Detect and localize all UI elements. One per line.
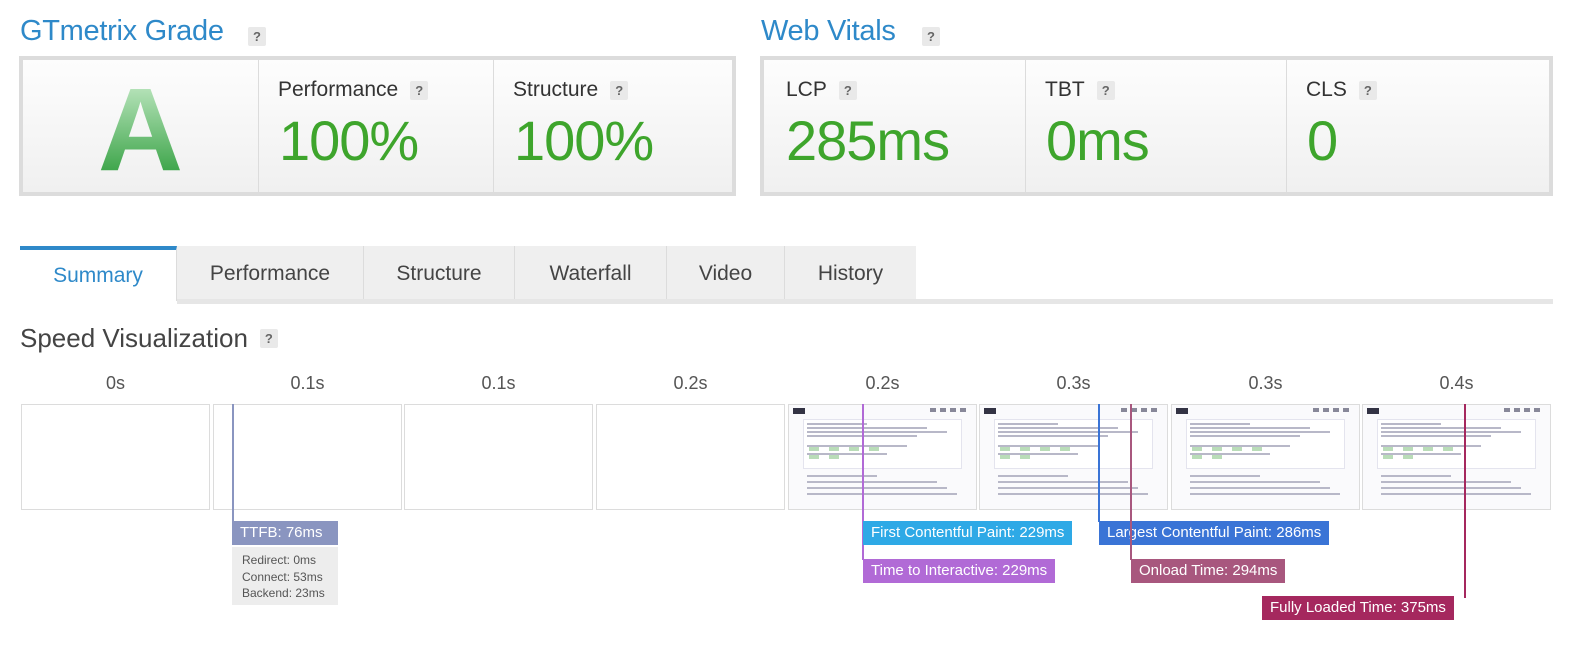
timeline-tick: 0.3s <box>1248 373 1283 393</box>
lcp-line <box>1098 404 1100 522</box>
timeline-tick: 0.3s <box>1056 373 1091 393</box>
tab-history[interactable]: History <box>785 246 916 301</box>
cls-label: CLS <box>1306 78 1347 101</box>
page-thumbnail <box>1172 405 1359 509</box>
tab-video[interactable]: Video <box>667 246 785 301</box>
onload-line <box>1130 404 1132 560</box>
tab-waterfall[interactable]: Waterfall <box>515 246 667 301</box>
tbt-cell: TBT? 0ms <box>1026 60 1287 192</box>
filmstrip-frame[interactable] <box>21 404 210 510</box>
connect-time: Connect: 53ms <box>242 569 323 584</box>
web-vitals-title: Web Vitals <box>761 15 896 47</box>
grade-panel: A Performance? 100% Structure? 100% <box>19 56 736 196</box>
page-thumbnail <box>980 405 1167 509</box>
tbt-value: 0ms <box>1046 109 1150 172</box>
onload-marker: Onload Time: 294ms <box>1131 559 1286 583</box>
ttfb-details: Redirect: 0ms Connect: 53ms Backend: 23m… <box>232 547 338 605</box>
vitals-panel: LCP? 285ms TBT? 0ms CLS? 0 <box>760 56 1553 196</box>
filmstrip-frame[interactable] <box>404 404 593 510</box>
tab-structure[interactable]: Structure <box>364 246 515 301</box>
grade-letter: A <box>23 62 258 198</box>
tab-performance[interactable]: Performance <box>177 246 364 301</box>
filmstrip-frame[interactable] <box>788 404 977 510</box>
lcp-marker: Largest Contentful Paint: 286ms <box>1099 521 1330 545</box>
redirect-time: Redirect: 0ms <box>242 553 317 567</box>
grade-cell: A <box>23 60 259 196</box>
tbt-help-icon[interactable]: ? <box>1096 80 1115 100</box>
timeline-tick: 0.1s <box>290 373 325 393</box>
tti-marker: Time to Interactive: 229ms <box>863 559 1056 583</box>
speed-help-icon[interactable]: ? <box>259 329 278 348</box>
performance-help-icon[interactable]: ? <box>410 80 429 100</box>
filmstrip-frame[interactable] <box>979 404 1168 510</box>
tabs-underline <box>177 299 1553 304</box>
performance-label: Performance <box>278 78 399 101</box>
tab-summary[interactable]: Summary <box>20 246 177 301</box>
lcp-help-icon[interactable]: ? <box>838 80 857 100</box>
structure-help-icon[interactable]: ? <box>610 80 629 100</box>
gtmetrix-grade-title: GTmetrix Grade <box>20 15 224 47</box>
lcp-label: LCP <box>786 78 827 101</box>
filmstrip-frame[interactable] <box>213 404 402 510</box>
backend-time: Backend: 23ms <box>242 586 325 600</box>
filmstrip-frame[interactable] <box>1171 404 1360 510</box>
speed-title-text: Speed Visualization <box>20 323 248 353</box>
fully-loaded-line <box>1464 404 1466 598</box>
structure-value: 100% <box>514 109 654 172</box>
timeline-tick: 0.2s <box>673 373 708 393</box>
fcp-marker: First Contentful Paint: 229ms <box>863 521 1073 545</box>
fully-loaded-marker: Fully Loaded Time: 375ms <box>1262 596 1454 620</box>
filmstrip-frame[interactable] <box>1362 404 1551 510</box>
filmstrip-frame[interactable] <box>596 404 785 510</box>
page-thumbnail <box>789 405 976 509</box>
page-thumbnail <box>1363 405 1550 509</box>
structure-cell: Structure? 100% <box>494 60 732 192</box>
report-tabs: Summary Performance Structure Waterfall … <box>20 246 916 301</box>
timeline-tick: 0.1s <box>481 373 516 393</box>
cls-cell: CLS? 0 <box>1287 60 1549 192</box>
performance-cell: Performance? 100% <box>259 60 494 192</box>
timeline-tick: 0.2s <box>865 373 900 393</box>
ttfb-marker: TTFB: 76ms <box>232 521 338 545</box>
tbt-label: TBT <box>1045 78 1085 101</box>
performance-value: 100% <box>279 109 419 172</box>
timeline-tick: 0s <box>105 373 125 393</box>
timeline-tick: 0.4s <box>1439 373 1474 393</box>
ttfb-line <box>232 404 234 522</box>
grade-help-icon[interactable]: ? <box>248 27 266 46</box>
structure-label: Structure <box>513 78 599 101</box>
cls-value: 0 <box>1307 109 1338 172</box>
speed-visualization-title: Speed Visualization ? <box>20 323 278 354</box>
vitals-help-icon[interactable]: ? <box>922 27 940 46</box>
cls-help-icon[interactable]: ? <box>1358 80 1377 100</box>
lcp-cell: LCP? 285ms <box>764 60 1026 192</box>
lcp-value: 285ms <box>786 109 950 172</box>
